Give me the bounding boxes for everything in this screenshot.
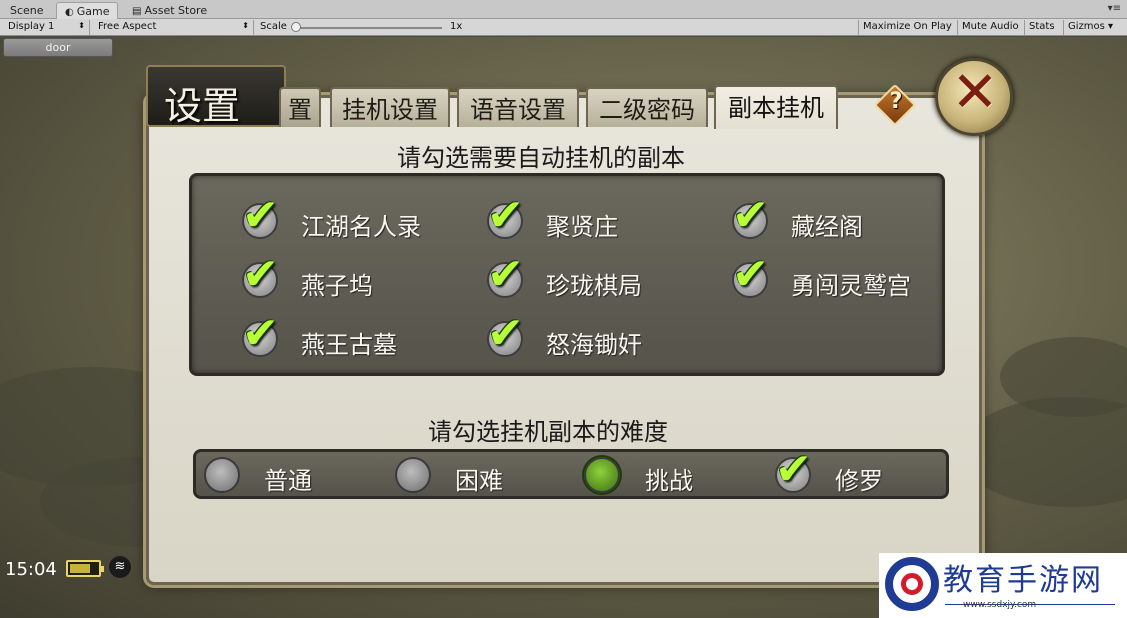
aspect-select-value: Free Aspect <box>98 21 157 32</box>
dungeon-label: 江湖名人录 <box>301 213 421 241</box>
scale-slider-track[interactable] <box>296 27 442 29</box>
difficulty-label: 修罗 <box>835 467 883 495</box>
tab-idle-settings[interactable]: 挂机设置 <box>330 87 450 127</box>
mute-audio-button[interactable]: Mute Audio <box>957 20 1023 35</box>
editor-tab-bar: Scene ◐ Game ▤ Asset Store ▾≡ <box>0 0 1127 19</box>
tab-asset-store[interactable]: ▤ Asset Store <box>124 2 215 19</box>
checkbox-dungeon[interactable]: ✔ <box>487 250 524 300</box>
checkbox-dungeon[interactable]: ✔ <box>242 191 279 241</box>
tab-voice-settings[interactable]: 语音设置 <box>457 87 579 127</box>
dungeon-label: 勇闯灵鹫宫 <box>791 272 911 300</box>
checkbox-dungeon[interactable]: ✔ <box>732 191 769 241</box>
battery-tip <box>101 566 104 572</box>
checkmark-icon: ✔ <box>242 190 279 241</box>
tab-dungeon-idle[interactable]: 副本挂机 <box>714 85 838 129</box>
scale-slider-knob[interactable] <box>291 22 301 32</box>
help-icon: ? <box>889 89 903 114</box>
checkbox-dungeon[interactable]: ✔ <box>732 250 769 300</box>
tab-game-label: Game <box>76 5 110 18</box>
tab-partial[interactable]: 置 <box>279 87 321 127</box>
battery-icon <box>66 560 104 577</box>
checkmark-icon: ✔ <box>487 249 524 300</box>
checkmark-icon: ✔ <box>242 308 279 359</box>
tab-asset-store-label: Asset Store <box>144 4 208 17</box>
aspect-select[interactable]: Free Aspect ⬍ <box>94 20 254 35</box>
tab-menu-icon[interactable]: ▾≡ <box>1108 3 1121 14</box>
scale-value: 1x <box>450 21 463 32</box>
checkmark-icon: ✔ <box>732 190 769 241</box>
game-toolbar: Display 1 ⬍ Free Aspect ⬍ Scale 1x Maximiz… <box>0 19 1127 36</box>
dungeon-label: 珍珑棋局 <box>546 272 642 300</box>
chevron-updown-icon: ⬍ <box>242 21 249 30</box>
clock-time: 15:04 <box>5 559 57 580</box>
page-title: 设置 <box>164 84 241 128</box>
dungeon-label: 藏经阁 <box>791 213 863 241</box>
watermark-title: 教育手游网 <box>943 563 1103 598</box>
tab-scene-label: Scene <box>10 4 44 17</box>
scale-label: Scale <box>260 21 287 32</box>
checkbox-dungeon[interactable]: ✔ <box>487 309 524 359</box>
checkmark-icon: ✔ <box>242 249 279 300</box>
checkmark-icon: ✔ <box>775 444 812 495</box>
dungeon-label: 燕王古墓 <box>301 331 397 359</box>
store-icon: ▤ <box>132 6 142 17</box>
wifi-icon: ≋ <box>109 556 131 578</box>
game-icon: ◐ <box>65 7 74 18</box>
difficulty-label: 困难 <box>455 467 503 495</box>
dungeon-label: 聚贤庄 <box>546 213 618 241</box>
difficulty-label: 普通 <box>264 467 312 495</box>
display-select[interactable]: Display 1 ⬍ <box>4 20 90 35</box>
radio-difficulty-normal[interactable] <box>204 457 240 493</box>
watermark: 教育手游网 www.ssdxjy.com <box>879 553 1127 618</box>
tab-game[interactable]: ◐ Game <box>56 2 119 19</box>
door-button[interactable]: door <box>3 38 113 57</box>
display-select-value: Display 1 <box>8 21 55 32</box>
chevron-down-icon: ▾ <box>1108 21 1114 32</box>
stats-button[interactable]: Stats <box>1024 20 1059 35</box>
maximize-on-play-button[interactable]: Maximize On Play <box>858 20 956 35</box>
radio-difficulty-hard[interactable] <box>395 457 431 493</box>
difficulty-heading: 请勾选挂机副本的难度 <box>428 418 668 446</box>
checkmark-icon: ✔ <box>732 249 769 300</box>
dungeon-label: 燕子坞 <box>301 272 373 300</box>
tab-scene[interactable]: Scene <box>2 2 52 19</box>
battery-fill <box>70 564 90 573</box>
checkmark-icon: ✔ <box>487 190 524 241</box>
tab-secondary-password[interactable]: 二级密码 <box>586 87 708 127</box>
checkbox-difficulty-shura[interactable]: ✔ <box>775 445 812 495</box>
difficulty-label: 挑战 <box>645 467 693 495</box>
close-icon: ✕ <box>951 60 999 125</box>
dungeon-heading: 请勾选需要自动挂机的副本 <box>397 144 685 172</box>
watermark-logo-inner <box>901 573 923 595</box>
gizmos-button[interactable]: Gizmos ▾ <box>1063 20 1121 35</box>
radio-difficulty-challenge[interactable] <box>584 457 620 493</box>
checkbox-dungeon[interactable]: ✔ <box>242 250 279 300</box>
gizmos-label: Gizmos <box>1068 21 1105 32</box>
dungeon-label: 怒海锄奸 <box>546 331 642 359</box>
checkbox-dungeon[interactable]: ✔ <box>487 191 524 241</box>
checkmark-icon: ✔ <box>487 308 524 359</box>
chevron-updown-icon: ⬍ <box>78 21 85 30</box>
watermark-url: www.ssdxjy.com <box>963 600 1037 610</box>
checkbox-dungeon[interactable]: ✔ <box>242 309 279 359</box>
